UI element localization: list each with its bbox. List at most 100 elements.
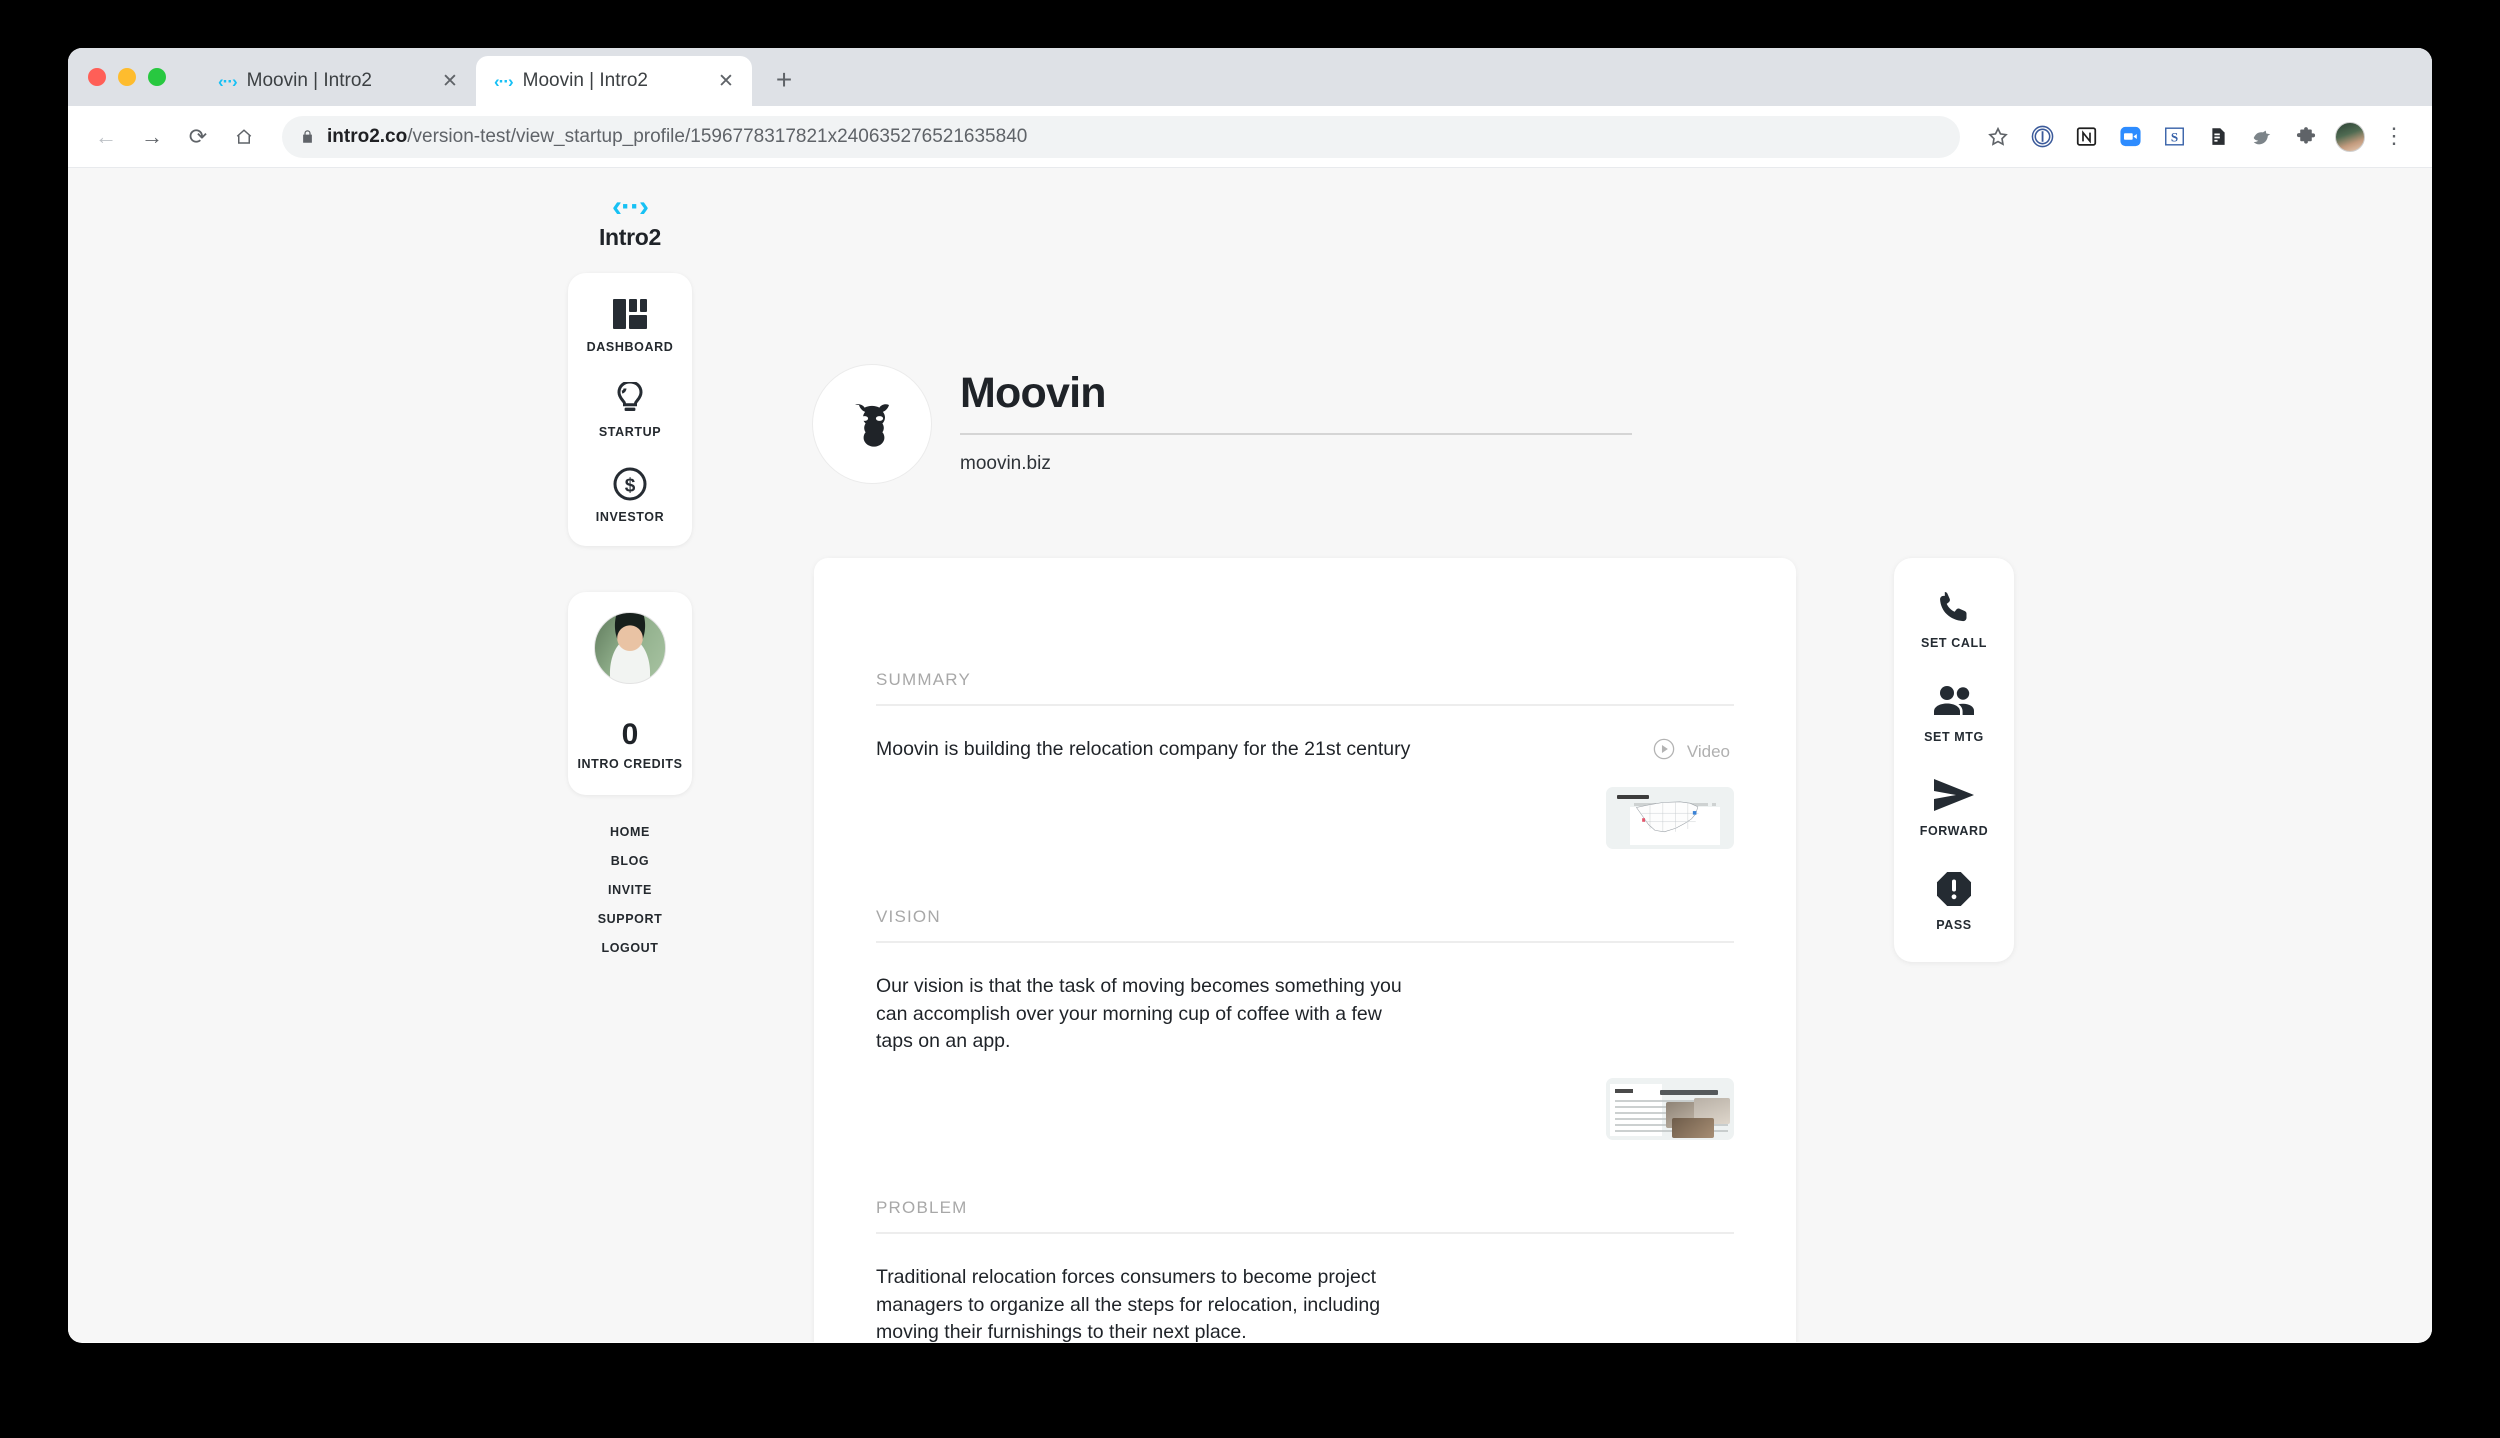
onepassword-icon[interactable] <box>2022 117 2062 157</box>
chrome-menu-button[interactable]: ⋮ <box>2374 117 2414 157</box>
company-website[interactable]: moovin.biz <box>960 453 1632 475</box>
slide-title-bar <box>1615 1089 1633 1094</box>
profile-content-card: SUMMARY Moovin is building the relocatio… <box>814 558 1796 1342</box>
reload-button[interactable]: ⟳ <box>178 117 218 157</box>
set-call-label: SET CALL <box>1921 636 1987 650</box>
svg-text:S: S <box>2170 129 2177 144</box>
avatar[interactable] <box>594 612 666 684</box>
page-viewport: ‹··› Intro2 DASHBOARD STARTUP $ INVESTOR… <box>68 168 2432 1342</box>
sidebar-link-home[interactable]: HOME <box>610 825 650 839</box>
slide-headline-bar <box>1660 1090 1718 1096</box>
slide-photo-3 <box>1672 1118 1714 1139</box>
company-logo <box>812 364 932 484</box>
intro-credits-value: 0 <box>621 718 639 751</box>
bookmark-star-icon[interactable] <box>1978 117 2018 157</box>
section-problem-heading: PROBLEM <box>876 1198 1734 1235</box>
back-button[interactable]: ← <box>86 117 126 157</box>
sidebar-profile-card: 0 INTRO CREDITS <box>568 592 692 795</box>
section-vision: VISION Our vision is that the task of mo… <box>814 907 1796 1056</box>
close-tab-2-icon[interactable]: ✕ <box>714 69 738 93</box>
pass-button[interactable]: PASS <box>1936 868 1972 932</box>
action-panel: SET CALL SET MTG FORWARD PASS <box>1894 558 2014 962</box>
browser-profile-avatar[interactable] <box>2330 117 2370 157</box>
home-button[interactable] <box>224 117 264 157</box>
section-problem-text: Traditional relocation forces consumers … <box>876 1266 1381 1342</box>
dashboard-grid-icon <box>613 295 647 333</box>
address-bar[interactable]: intro2.co/version-test/view_startup_prof… <box>282 115 1960 158</box>
people-icon <box>1933 680 1975 722</box>
url-path: /version-test/view_startup_profile/15967… <box>407 125 1028 147</box>
page-title: Moovin <box>960 369 1106 417</box>
document-extension-icon[interactable] <box>2198 117 2238 157</box>
browser-tab-2[interactable]: ‹··› Moovin | Intro2 ✕ <box>476 56 752 106</box>
intro-credits-label: INTRO CREDITS <box>577 757 683 771</box>
maximize-window-button[interactable] <box>148 68 166 86</box>
zoom-icon[interactable] <box>2110 117 2150 157</box>
forward-button[interactable]: FORWARD <box>1920 774 1989 838</box>
brand-logo[interactable]: ‹··› Intro2 <box>599 192 661 251</box>
sidebar-item-dashboard[interactable]: DASHBOARD <box>568 295 692 354</box>
sidebar-item-startup[interactable]: STARTUP <box>568 380 692 439</box>
sidebar-nav-card: DASHBOARD STARTUP $ INVESTOR <box>568 273 692 546</box>
s-extension-icon[interactable]: S <box>2154 117 2194 157</box>
app-sidebar: ‹··› Intro2 DASHBOARD STARTUP $ INVESTOR… <box>566 168 694 955</box>
magazine-worthy-slide-thumbnail[interactable] <box>1606 1078 1734 1141</box>
section-problem-body: Traditional relocation forces consumers … <box>876 1234 1734 1342</box>
section-summary-heading: SUMMARY <box>876 670 1734 706</box>
lock-icon <box>300 128 315 145</box>
paper-plane-icon <box>1932 774 1976 816</box>
sidebar-item-dashboard-label: DASHBOARD <box>586 340 674 354</box>
url-domain: intro2.co <box>327 125 408 147</box>
minimize-window-button[interactable] <box>118 68 136 86</box>
company-header: Moovin moovin.biz <box>812 364 1632 484</box>
forward-button[interactable]: → <box>132 117 172 157</box>
us-map-slide-thumbnail[interactable] <box>1606 787 1734 849</box>
sidebar-item-investor[interactable]: $ INVESTOR <box>568 465 692 524</box>
browser-tab-1[interactable]: ‹··› Moovin | Intro2 ✕ <box>200 56 476 106</box>
lightbulb-icon <box>616 380 644 418</box>
bird-extension-icon[interactable] <box>2242 117 2282 157</box>
dollar-circle-icon: $ <box>613 465 647 503</box>
url-text: intro2.co/version-test/view_startup_prof… <box>327 126 1027 148</box>
video-button[interactable]: Video <box>1653 736 1734 765</box>
browser-tab-2-title: Moovin | Intro2 <box>522 70 648 91</box>
svg-text:$: $ <box>625 476 636 497</box>
cow-head-icon <box>841 391 903 458</box>
forward-label: FORWARD <box>1919 824 1989 838</box>
sidebar-link-logout[interactable]: LOGOUT <box>601 941 658 955</box>
avatar <box>2335 121 2365 152</box>
sidebar-footer-links: HOME BLOG INVITE SUPPORT LOGOUT <box>598 825 663 955</box>
phone-icon <box>1935 586 1973 628</box>
us-map-icon <box>1634 798 1706 843</box>
section-vision-text: Our vision is that the task of moving be… <box>876 975 1402 1053</box>
window-traffic-lights <box>88 68 166 86</box>
pass-label: PASS <box>1936 918 1972 932</box>
kebab-icon: ⋮ <box>2383 123 2405 149</box>
browser-window: ‹··› Moovin | Intro2 ✕ ‹··› Moovin | Int… <box>68 48 2432 1343</box>
sidebar-item-investor-label: INVESTOR <box>595 510 665 524</box>
video-button-label: Video <box>1686 741 1730 761</box>
browser-tab-1-title: Moovin | Intro2 <box>246 70 372 91</box>
section-problem: PROBLEM Traditional relocation forces co… <box>814 1198 1796 1342</box>
new-tab-button[interactable]: + <box>762 58 806 102</box>
set-mtg-button[interactable]: SET MTG <box>1924 680 1984 744</box>
header-divider <box>960 433 1632 436</box>
set-mtg-label: SET MTG <box>1924 730 1984 744</box>
puzzle-extensions-icon[interactable] <box>2286 117 2326 157</box>
octagon-exclamation-icon <box>1936 868 1972 910</box>
close-tab-1-icon[interactable]: ✕ <box>438 69 462 93</box>
intro2-code-icon: ‹··› <box>612 190 649 223</box>
browser-toolbar: ← → ⟳ intro2.co/version-test/view_startu… <box>68 106 2432 168</box>
section-vision-heading: VISION <box>876 907 1734 943</box>
sidebar-link-support[interactable]: SUPPORT <box>598 912 663 926</box>
notion-icon[interactable] <box>2066 117 2106 157</box>
tab-list: ‹··› Moovin | Intro2 ✕ ‹··› Moovin | Int… <box>200 56 806 106</box>
sidebar-link-invite[interactable]: INVITE <box>608 883 652 897</box>
section-summary: SUMMARY Moovin is building the relocatio… <box>814 670 1796 765</box>
sidebar-link-blog[interactable]: BLOG <box>611 854 650 868</box>
set-call-button[interactable]: SET CALL <box>1921 586 1987 650</box>
sidebar-item-startup-label: STARTUP <box>598 425 662 439</box>
section-vision-body: Our vision is that the task of moving be… <box>876 943 1734 1056</box>
close-window-button[interactable] <box>88 68 106 86</box>
vision-thumbnail-wrap <box>814 1078 1796 1141</box>
